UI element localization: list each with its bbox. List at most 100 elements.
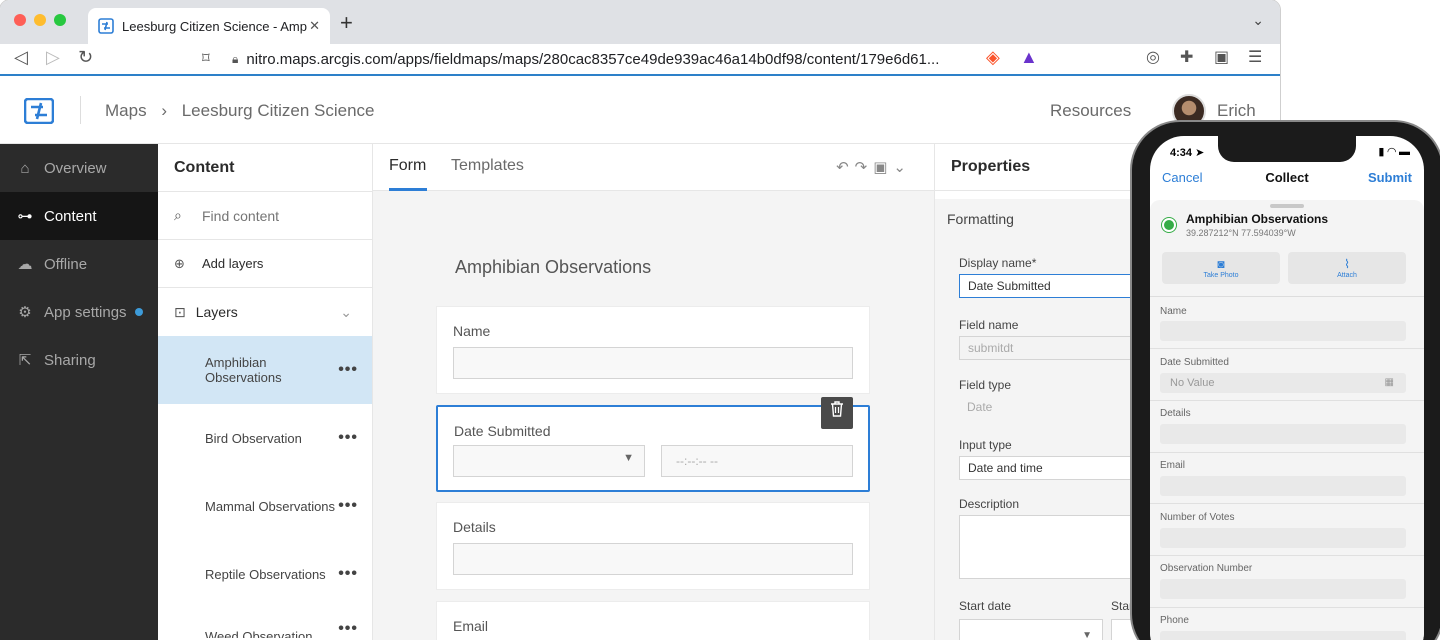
- start-date-picker[interactable]: ▼: [959, 619, 1103, 640]
- browser-window: Leesburg Citizen Science - Amp ✕ + ⌄ ◁ ▷…: [0, 0, 1280, 640]
- tab-form[interactable]: Form: [389, 157, 426, 175]
- share-icon: ⇱: [18, 352, 32, 369]
- form-field-card[interactable]: Email: [436, 601, 870, 640]
- layer-item[interactable]: Amphibian Observations •••: [158, 336, 372, 404]
- user-name[interactable]: Erich: [1217, 101, 1256, 121]
- trash-icon: [831, 401, 843, 417]
- sidebar-item-offline[interactable]: ☁ Offline: [0, 240, 158, 288]
- layer-name: Reptile Observations: [205, 566, 326, 582]
- puzzle-icon[interactable]: ✚: [1180, 47, 1193, 67]
- layer-title: Amphibian Observations: [1186, 212, 1329, 226]
- layer-item[interactable]: Weed Observation •••: [158, 608, 372, 638]
- new-tab-button[interactable]: +: [340, 10, 353, 36]
- layers-label: Layers: [195, 303, 238, 320]
- calendar-icon: ▦: [1384, 377, 1394, 388]
- observation-number-input[interactable]: [1160, 579, 1406, 599]
- layer-more-icon[interactable]: •••: [338, 429, 358, 447]
- bookmark-icon[interactable]: ⌑: [202, 49, 210, 67]
- breadcrumb-map-title: Leesburg Citizen Science: [181, 101, 375, 120]
- layer-name: Weed Observation: [205, 629, 313, 638]
- submit-button[interactable]: Submit: [1368, 170, 1412, 185]
- name-input[interactable]: [1160, 321, 1406, 341]
- field-maps-logo-icon[interactable]: [24, 98, 54, 124]
- tab-templates[interactable]: Templates: [451, 157, 524, 175]
- field-label: Details: [1160, 408, 1191, 419]
- content-panel: Content ⌕ ⊕ Add layers ⊡ Layers ⌄ Amphibi…: [158, 144, 373, 640]
- attach-button[interactable]: ⌇ Attach: [1288, 252, 1406, 284]
- layers-icon: ⊶: [17, 208, 33, 225]
- details-input[interactable]: [453, 543, 853, 575]
- field-label: Details: [453, 519, 496, 535]
- sidebar-item-label: Offline: [44, 255, 88, 273]
- reload-icon[interactable]: ↻: [78, 47, 93, 68]
- date-input[interactable]: No Value ▦: [1160, 373, 1406, 393]
- phone-nav-bar: Collect Cancel Submit: [1150, 170, 1424, 192]
- layers-section[interactable]: ⊡ Layers ⌄: [158, 288, 372, 336]
- cancel-button[interactable]: Cancel: [1162, 170, 1202, 185]
- attach-label: Attach: [1337, 272, 1357, 279]
- brave-rewards-icon[interactable]: ▲: [1020, 47, 1038, 68]
- resources-link[interactable]: Resources: [1050, 101, 1131, 121]
- sidebar-item-label: Overview: [44, 159, 107, 177]
- sidebar-item-content[interactable]: ⊶ Content: [0, 192, 158, 240]
- form-field-card[interactable]: Details: [436, 502, 870, 590]
- sidebar-item-app-settings[interactable]: ⚙ App settings: [0, 288, 158, 336]
- wallet-icon[interactable]: ▣: [1214, 47, 1229, 67]
- input-type-label: Input type: [959, 438, 1012, 452]
- undo-redo-save-icons[interactable]: ↶↷▣⌄: [836, 158, 912, 176]
- sidebar-item-sharing[interactable]: ⇱ Sharing: [0, 336, 158, 384]
- content-title: Content: [158, 144, 372, 192]
- close-window-button[interactable]: [14, 14, 26, 26]
- form-field-card-selected[interactable]: Date Submitted ▼ --:--:-- --: [436, 405, 870, 492]
- minimize-window-button[interactable]: [34, 14, 46, 26]
- layer-more-icon[interactable]: •••: [338, 620, 358, 638]
- forward-icon[interactable]: ▷: [46, 47, 60, 68]
- formatting-label[interactable]: Formatting: [947, 211, 1014, 227]
- cloud-icon: ☁: [17, 256, 33, 273]
- form-field-card[interactable]: Name: [436, 306, 870, 394]
- menu-icon[interactable]: ☰: [1248, 47, 1262, 67]
- browser-tab[interactable]: Leesburg Citizen Science - Amp ✕: [88, 8, 330, 44]
- divider: [1150, 348, 1424, 349]
- address-bar[interactable]: 🔒︎ nitro.maps.arcgis.com/apps/fieldmaps/…: [232, 46, 1048, 72]
- layer-item[interactable]: Reptile Observations •••: [158, 540, 372, 608]
- home-icon: ⌂: [20, 159, 30, 177]
- tab-bar: Leesburg Citizen Science - Amp ✕ + ⌄: [0, 0, 1280, 44]
- search-input[interactable]: [202, 207, 352, 224]
- field-type-label: Field type: [959, 378, 1012, 392]
- maximize-window-button[interactable]: [54, 14, 66, 26]
- phone-notch: [1218, 136, 1356, 162]
- find-content[interactable]: ⌕: [158, 192, 372, 240]
- divider: [1150, 607, 1424, 608]
- sidebar: ⌂ Overview ⊶ Content ☁ Offline ⚙ App setting…: [0, 144, 158, 640]
- sidebar-item-overview[interactable]: ⌂ Overview: [0, 144, 158, 192]
- layer-more-icon[interactable]: •••: [338, 497, 358, 515]
- votes-input[interactable]: [1160, 528, 1406, 548]
- sidebar-item-label: Content: [44, 207, 97, 225]
- breadcrumb-maps[interactable]: Maps: [105, 101, 147, 120]
- browser-toolbar: ◁ ▷ ↻ ⌑ 🔒︎ nitro.maps.arcgis.com/apps/fi…: [0, 44, 1280, 76]
- back-icon[interactable]: ◁: [14, 47, 28, 68]
- tab-menu-chevron-icon[interactable]: ⌄: [1252, 12, 1264, 29]
- description-label: Description: [959, 497, 1020, 511]
- name-input[interactable]: [453, 347, 853, 379]
- close-tab-icon[interactable]: ✕: [309, 18, 320, 34]
- email-input[interactable]: [1160, 476, 1406, 496]
- search-icon: ⌕: [174, 207, 182, 223]
- add-layers-button[interactable]: ⊕ Add layers: [158, 240, 372, 288]
- layer-more-icon[interactable]: •••: [338, 361, 358, 379]
- phone-frame: 4:34 ➤ ▮ ◠ ▬ Collect Cancel Submit Amphi…: [1132, 122, 1440, 640]
- date-picker[interactable]: ▼: [453, 445, 645, 477]
- sheet-handle[interactable]: [1270, 204, 1304, 208]
- gear-icon: ⚙: [18, 304, 32, 321]
- layer-item[interactable]: Bird Observation •••: [158, 404, 372, 472]
- brave-shield-icon[interactable]: ◈: [986, 47, 1000, 68]
- extension-icon[interactable]: ◎: [1146, 47, 1160, 67]
- layer-more-icon[interactable]: •••: [338, 565, 358, 583]
- layer-item[interactable]: Mammal Observations •••: [158, 472, 372, 540]
- take-photo-button[interactable]: ◙ Take Photo: [1162, 252, 1280, 284]
- time-picker[interactable]: --:--:-- --: [661, 445, 853, 477]
- phone-input[interactable]: [1160, 631, 1406, 640]
- delete-field-button[interactable]: [821, 397, 853, 429]
- details-input[interactable]: [1160, 424, 1406, 444]
